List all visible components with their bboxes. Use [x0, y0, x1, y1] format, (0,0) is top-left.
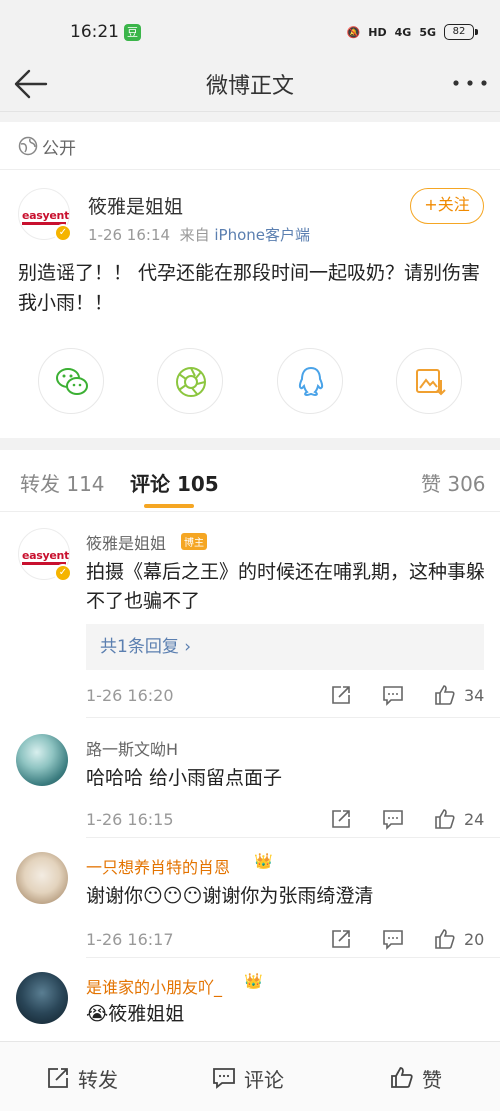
- like-count: 20: [464, 930, 485, 949]
- avatar-brand-text: easyent: [22, 549, 70, 562]
- share-qq-button[interactable]: [277, 348, 343, 414]
- like-comment-icon[interactable]: [434, 808, 456, 830]
- active-tab-indicator: [144, 504, 194, 508]
- globe-icon: [18, 136, 38, 156]
- like-count: 34: [464, 686, 485, 705]
- status-time: 16:21: [70, 22, 119, 42]
- bottom-action-bar: 转发 评论 赞: [0, 1041, 500, 1111]
- tab-likes[interactable]: 赞 306: [421, 468, 486, 497]
- tab-comments[interactable]: 评论 105: [130, 468, 219, 497]
- like-label: 赞: [422, 1067, 442, 1092]
- post-meta: 1-26 16:14 来自 iPhone客户端: [88, 224, 310, 245]
- mute-bell-icon: 🔕: [346, 25, 361, 39]
- signal-5g-icon: 5G: [419, 25, 436, 39]
- reply-comment-icon[interactable]: [382, 684, 404, 706]
- post-time: 1-26 16:14: [88, 226, 171, 244]
- author-name[interactable]: 筱雅是姐姐: [88, 192, 183, 219]
- visibility-row: 公开: [0, 122, 500, 170]
- like-comment-icon[interactable]: [434, 684, 456, 706]
- post-card: easyent ✓ 筱雅是姐姐 1-26 16:14 来自 iPhone客户端 …: [0, 170, 500, 438]
- comment-item: 路一斯文呦H 哈哈哈 给小雨留点面子 1-26 16:15 24: [0, 718, 500, 838]
- vip-crown-icon: 👑: [244, 972, 263, 990]
- battery-icon: 82: [444, 24, 478, 40]
- share-moments-button[interactable]: [157, 348, 223, 414]
- commenter-name[interactable]: 一只想养肖特的肖恩: [86, 854, 230, 878]
- view-replies-button[interactable]: 共1条回复 ›: [86, 624, 484, 670]
- comment-text: 拍摄《幕后之王》的时候还在哺乳期，这种事躲不了也骗不了: [86, 561, 486, 612]
- comment-item: 一只想养肖特的肖恩 👑 谢谢你😶😶😶谢谢你为张雨绮澄清 1-26 16:17 2…: [0, 838, 500, 958]
- comment-time: 1-26 16:17: [86, 930, 174, 949]
- commenter-avatar[interactable]: [16, 734, 68, 786]
- share-comment-icon[interactable]: [330, 928, 352, 950]
- share-comment-icon[interactable]: [330, 684, 352, 706]
- commenter-avatar[interactable]: [16, 972, 68, 1024]
- comment-icon: [213, 1068, 235, 1089]
- status-bar: 16:21 豆 🔕 HD 4G 5G 82: [0, 0, 500, 62]
- nav-bar: 微博正文: [0, 62, 500, 112]
- reply-comment-icon[interactable]: [382, 808, 404, 830]
- comment-list: easyent ✓ 筱雅是姐姐 博主 拍摄《幕后之王》的时候还在哺乳期，这种事躲…: [0, 512, 500, 1041]
- comment-label: 评论: [244, 1067, 284, 1092]
- save-image-icon: [416, 369, 446, 396]
- repost-button[interactable]: 转发: [46, 1064, 118, 1092]
- qq-icon: [298, 366, 324, 397]
- page-title: 微博正文: [205, 74, 294, 99]
- repost-label: 转发: [78, 1067, 118, 1092]
- verified-badge-icon: ✓: [54, 564, 72, 582]
- more-dots-icon[interactable]: [452, 78, 488, 88]
- signal-4g-icon: 4G: [394, 25, 412, 39]
- share-wechat-button[interactable]: [38, 348, 104, 414]
- post-source-prefix: 来自: [179, 226, 210, 244]
- post-text: 别造谣了！！ 代孕还能在那段时间一起吸奶？请别伤害我小雨！！: [18, 262, 481, 314]
- comment-time: 1-26 16:20: [86, 686, 174, 705]
- commenter-name[interactable]: 筱雅是姐姐: [86, 530, 166, 554]
- hd-icon: HD: [368, 25, 387, 39]
- moments-icon: [176, 367, 206, 397]
- comment-item: 是谁家的小朋友吖_ 👑 😭筱雅姐姐: [0, 958, 500, 1041]
- visibility-label: 公开: [42, 139, 76, 159]
- repost-icon: [48, 1068, 68, 1088]
- share-save-image-button[interactable]: [396, 348, 462, 414]
- comment-item: easyent ✓ 筱雅是姐姐 博主 拍摄《幕后之王》的时候还在哺乳期，这种事躲…: [0, 512, 500, 718]
- follow-button[interactable]: +关注: [410, 188, 484, 224]
- post-source-link[interactable]: iPhone客户端: [214, 226, 310, 244]
- avatar-brand-text: easyent: [22, 209, 70, 222]
- like-button[interactable]: 赞: [390, 1064, 442, 1092]
- wechat-icon: [56, 368, 88, 395]
- like-comment-icon[interactable]: [434, 928, 456, 950]
- share-comment-icon[interactable]: [330, 808, 352, 830]
- reply-comment-icon[interactable]: [382, 928, 404, 950]
- comment-text: 😭筱雅姐姐: [86, 1003, 185, 1025]
- verified-badge-icon: ✓: [54, 224, 72, 242]
- status-icons: 🔕 HD 4G 5G 82: [346, 20, 478, 44]
- tab-repost[interactable]: 转发 114: [20, 468, 105, 497]
- comment-text: 哈哈哈 给小雨留点面子: [86, 767, 283, 789]
- author-badge: 博主: [181, 533, 207, 550]
- comment-button[interactable]: 评论: [212, 1064, 284, 1092]
- commenter-avatar[interactable]: [16, 852, 68, 904]
- commenter-name[interactable]: 是谁家的小朋友吖_: [86, 974, 222, 998]
- app-notification-icon: 豆: [124, 24, 141, 41]
- vip-crown-icon: 👑: [254, 852, 273, 870]
- commenter-name[interactable]: 路一斯文呦H: [86, 736, 178, 760]
- comment-time: 1-26 16:15: [86, 810, 174, 829]
- like-icon: [391, 1067, 413, 1088]
- post-tabs: 转发 114 评论 105 赞 306: [0, 450, 500, 512]
- like-count: 24: [464, 810, 485, 829]
- comment-text: 谢谢你😶😶😶谢谢你为张雨绮澄清: [86, 885, 374, 907]
